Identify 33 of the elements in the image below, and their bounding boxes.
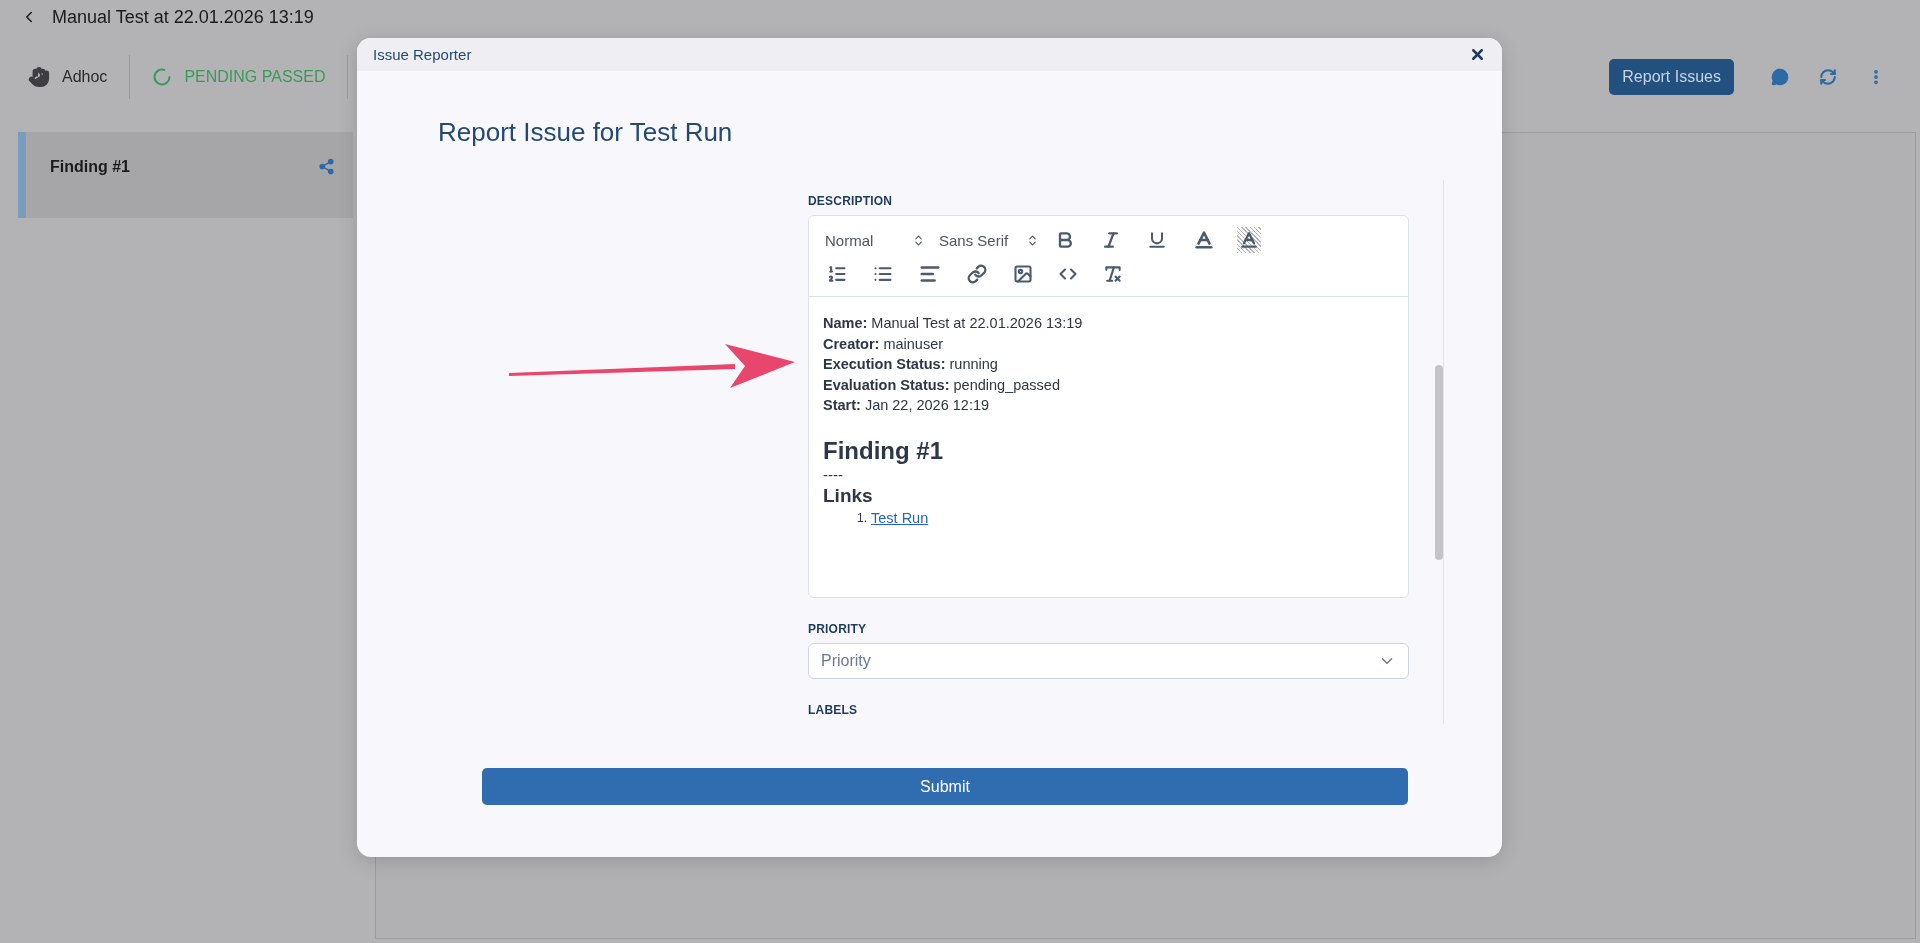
- scrollbar[interactable]: [1435, 180, 1444, 724]
- mode-label: Adhoc: [62, 68, 108, 86]
- description-line: Name: Manual Test at 22.01.2026 13:19: [823, 314, 1084, 333]
- dialog-heading: Report Issue for Test Run: [438, 117, 734, 148]
- description-line: Evaluation Status: pending_passed: [823, 375, 1061, 395]
- dialog-title: Issue Reporter: [373, 46, 472, 63]
- font-picker[interactable]: Sans Serif: [937, 229, 1041, 251]
- list-number: 1.: [857, 509, 867, 527]
- status-icon: [152, 67, 173, 87]
- report-issues-button[interactable]: Report Issues: [1609, 59, 1734, 95]
- description-line: Execution Status: running: [823, 355, 999, 375]
- description-line: Creator: mainuser: [823, 334, 945, 354]
- page-title: Manual Test at 22.01.2026 13:19: [52, 6, 314, 28]
- separator-text: ----: [823, 465, 844, 484]
- status-label: PENDING PASSED: [184, 68, 326, 86]
- finding-heading: Finding #1: [823, 435, 944, 466]
- description-editor[interactable]: Normal Sans Serif Name: Manual Test at 22.01.2026 13:19 Creator: mainuser Execution Status: running Evaluation Status: pending_passed Start: Jan 22, 2026 12:19 Finding #1 ---- Links 1. Test Run: [808, 215, 1409, 598]
- description-line: Start: Jan 22, 2026 12:19: [823, 396, 991, 416]
- priority-label: PRIORITY: [808, 622, 868, 636]
- labels-label: LABELS: [808, 703, 859, 717]
- submit-button[interactable]: Submit: [482, 768, 1408, 805]
- hand-icon: [28, 66, 50, 88]
- priority-select[interactable]: Priority: [808, 643, 1409, 679]
- description-label: DESCRIPTION: [808, 194, 894, 208]
- up-down-chevron-icon: [912, 233, 925, 247]
- test-run-link[interactable]: Test Run: [871, 507, 929, 528]
- header-picker[interactable]: Normal: [823, 229, 927, 251]
- links-heading: Links: [823, 483, 874, 508]
- finding-label: Finding #1: [50, 158, 130, 176]
- sidebar-item[interactable]: Finding #1: [18, 132, 353, 218]
- close-button[interactable]: [1469, 46, 1486, 63]
- up-down-chevron-icon: [1026, 233, 1039, 247]
- background-color-icon[interactable]: [1237, 227, 1261, 253]
